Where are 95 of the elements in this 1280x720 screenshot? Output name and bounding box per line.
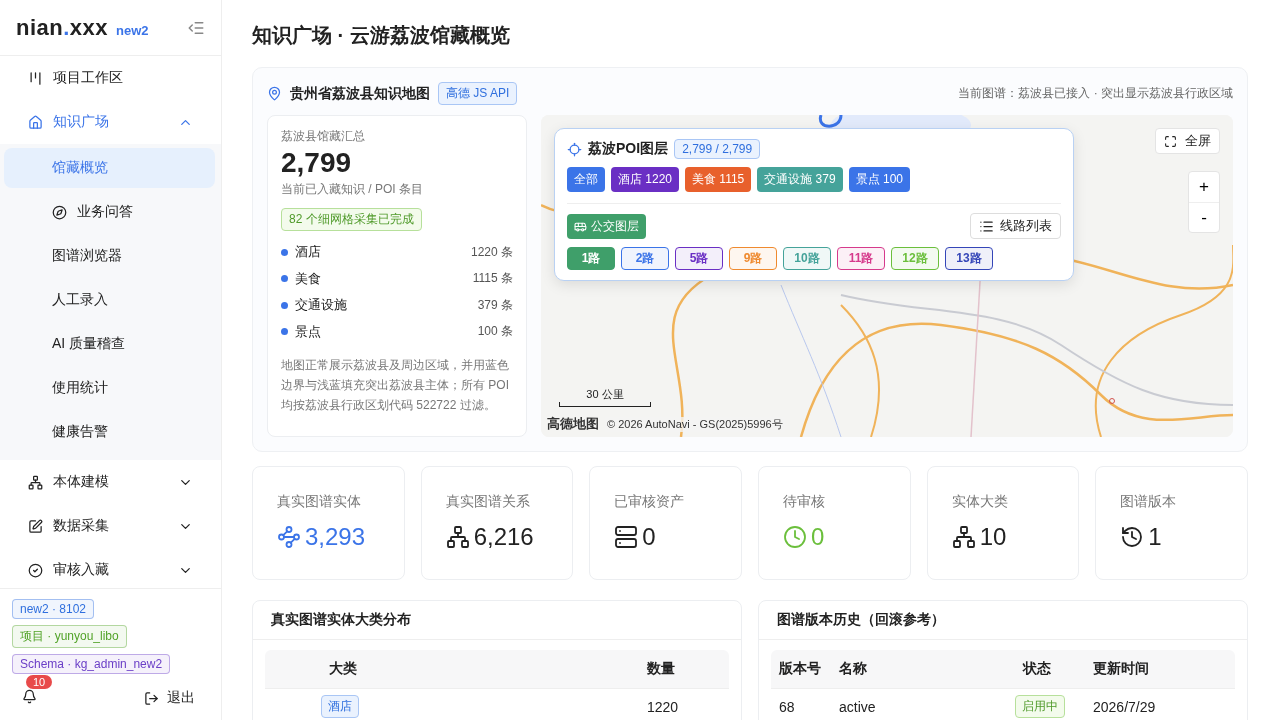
list-icon — [979, 218, 994, 234]
map-logo: 高德地图 — [547, 415, 599, 433]
category-count: 1115 条 — [472, 270, 513, 288]
nav-item[interactable]: 本体建模 — [0, 460, 221, 504]
logo-text: nian.xxx — [16, 14, 109, 41]
server-icon — [614, 525, 639, 549]
nav-subitem[interactable]: 馆藏概览 — [4, 148, 215, 188]
card-title: 真实图谱实体大类分布 — [253, 601, 741, 640]
bell-icon[interactable] — [22, 688, 37, 704]
stat-value: 1 — [1148, 523, 1162, 551]
poi-count: 2,799 / 2,799 — [674, 139, 761, 159]
summary-subtitle: 当前已入藏知识 / POI 条目 — [281, 181, 424, 198]
card-title: 图谱版本历史（回滚参考） — [759, 601, 1247, 640]
stat-value: 10 — [979, 523, 1007, 551]
home-icon — [28, 114, 43, 130]
stat-value: 3,293 — [305, 523, 366, 551]
nav-subitem[interactable]: 业务问答 — [4, 192, 215, 232]
table-cell-text: 68 — [778, 698, 796, 715]
column-header: 版本号 — [778, 660, 822, 678]
status-tag: 启用中 — [1015, 695, 1065, 718]
route-button[interactable]: 13路 — [945, 247, 993, 270]
table-cell-text: 1220 — [646, 698, 680, 715]
notification-badge: 10 — [26, 674, 53, 689]
stat-label: 真实图谱关系 — [445, 493, 531, 511]
category-count: 100 条 — [477, 323, 513, 341]
nav-item[interactable]: 数据采集 — [0, 504, 221, 548]
edit-icon — [28, 518, 43, 534]
route-button[interactable]: 11路 — [837, 247, 885, 270]
locate-icon — [567, 141, 582, 157]
stat-label: 实体大类 — [951, 493, 1009, 511]
hierarchy-icon — [28, 474, 43, 490]
history-icon — [1120, 525, 1145, 549]
summary-title: 荔波县馆藏汇总 — [281, 128, 366, 145]
route-button[interactable]: 5路 — [675, 247, 723, 270]
nav-subitem[interactable]: 图谱浏览器 — [4, 236, 215, 276]
board-icon — [28, 70, 43, 86]
link-icon — [277, 525, 301, 549]
check-circle-icon — [28, 562, 43, 578]
poi-filter[interactable]: 景点 100 — [848, 167, 910, 192]
poi-filter[interactable]: 全部 — [567, 167, 605, 192]
fullscreen-icon — [1164, 134, 1177, 148]
stat-label: 真实图谱实体 — [277, 493, 362, 511]
grid-status-tag: 82 个细网格采集已完成 — [281, 208, 422, 231]
hierarchy-icon — [951, 525, 976, 549]
stat-label: 待审核 — [783, 493, 826, 511]
logout-icon — [144, 690, 159, 706]
column-header: 名称 — [838, 660, 868, 678]
stat-label: 图谱版本 — [1120, 493, 1178, 511]
stat-value: 0 — [642, 523, 656, 551]
category-tag: 酒店 — [321, 695, 359, 718]
route-button[interactable]: 2路 — [621, 247, 669, 270]
column-header: 大类 — [328, 660, 358, 678]
zoom-out-button[interactable]: - — [1189, 202, 1219, 232]
logout-button[interactable]: 退出 — [138, 688, 201, 708]
stat-value: 6,216 — [473, 523, 534, 551]
column-header: 状态 — [1021, 660, 1052, 678]
card-title: 贵州省荔波县知识地图 — [290, 84, 430, 103]
api-tag: 高德 JS API — [438, 82, 518, 105]
category-name: 酒店 — [295, 243, 321, 262]
column-header: 数量 — [646, 660, 676, 678]
nav-subitem[interactable]: AI 质量稽查 — [4, 324, 215, 364]
scale-label: 30 公里 — [586, 387, 624, 402]
clock-icon — [783, 525, 807, 549]
fullscreen-button[interactable]: 全屏 — [1155, 128, 1220, 154]
nav-item[interactable]: 项目工作区 — [0, 56, 221, 100]
category-name: 景点 — [295, 322, 321, 341]
nav-item[interactable]: 知识广场 — [0, 100, 221, 144]
zoom-in-button[interactable]: + — [1189, 172, 1219, 202]
nav-subitem[interactable]: 健康告警 — [4, 412, 215, 452]
info-tag: Schema · kg_admin_new2 — [12, 654, 171, 674]
map-status: 当前图谱：荔波县已接入 · 突出显示荔波县行政区域 — [958, 85, 1233, 102]
nav-subitem[interactable]: 使用统计 — [4, 368, 215, 408]
info-tag: new2 · 8102 — [12, 599, 95, 619]
map-note: 地图正常展示荔波县及周边区域，并用蓝色边界与浅蓝填充突出荔波县主体；所有 POI 均按荔波县行政区划代码 522722 过滤。 — [281, 357, 510, 414]
category-count: 1220 条 — [470, 243, 513, 261]
panel-title: 荔波POI图层 — [588, 140, 669, 158]
summary-total: 2,799 — [281, 147, 353, 179]
map-pin-icon — [267, 86, 282, 101]
stat-value: 0 — [811, 523, 825, 551]
hierarchy-icon — [445, 525, 470, 549]
version-label: new2 — [116, 23, 149, 38]
nav-item[interactable]: 审核入藏 — [0, 548, 221, 588]
poi-filter[interactable]: 酒店 1220 — [611, 167, 680, 192]
table-cell-text: 2026/7/29 — [1092, 698, 1157, 715]
category-name: 美食 — [295, 269, 321, 288]
compass-icon — [52, 204, 67, 220]
stat-label: 已审核资产 — [614, 493, 686, 511]
column-header: 更新时间 — [1092, 660, 1150, 678]
nav-subitem[interactable]: 人工录入 — [4, 280, 215, 320]
category-count: 379 条 — [477, 296, 513, 314]
table-cell-text: active — [838, 698, 877, 715]
route-list-button[interactable]: 线路列表 — [970, 213, 1061, 239]
page-title: 知识广场 · 云游荔波馆藏概览 — [252, 23, 511, 48]
category-name: 交通设施 — [295, 296, 347, 315]
info-tag: 项目 · yunyou_libo — [12, 625, 127, 648]
